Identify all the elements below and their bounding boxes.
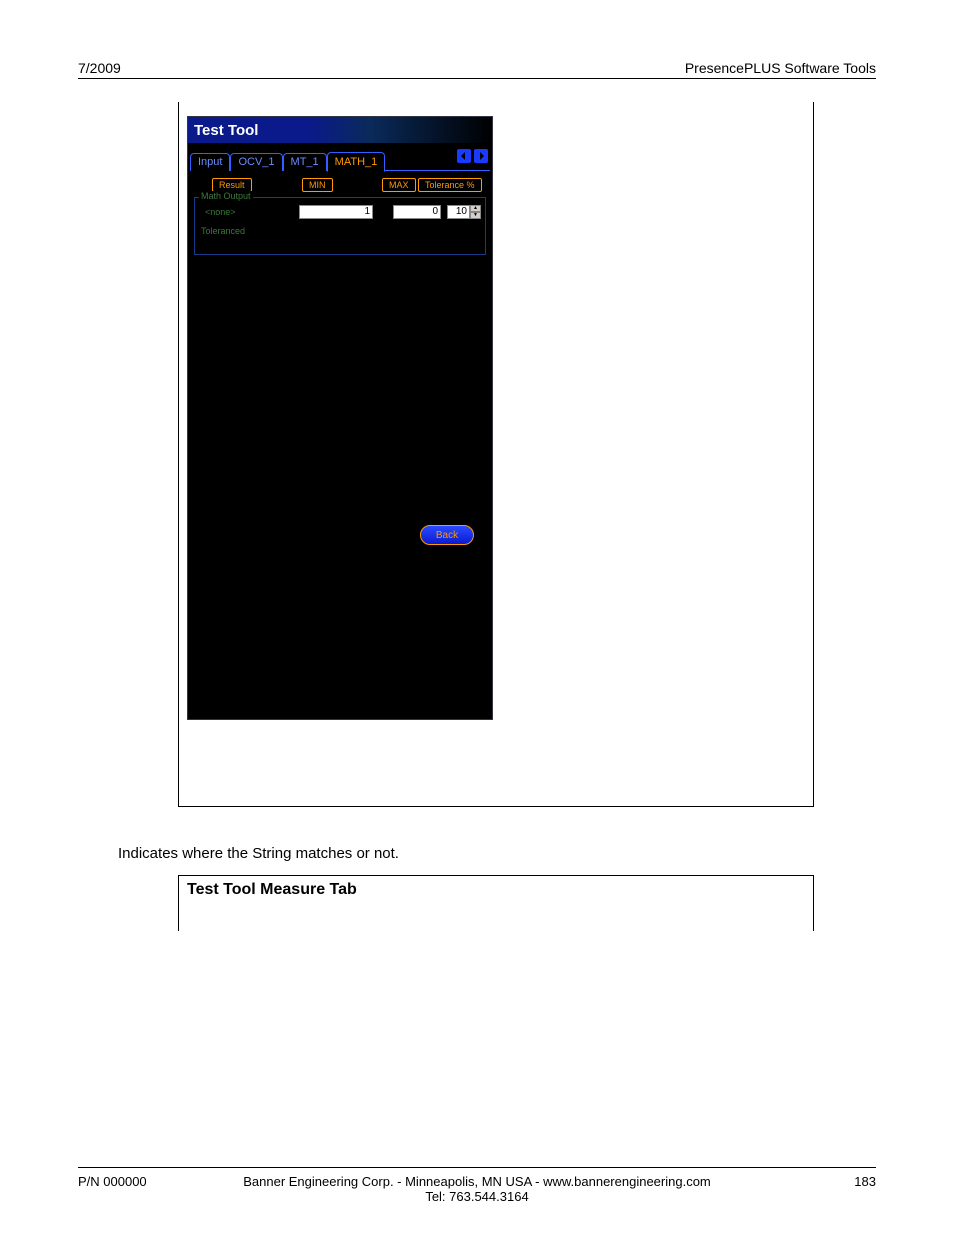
page-header: 7/2009 PresencePLUS Software Tools	[78, 60, 876, 79]
max-input[interactable]: 0	[393, 205, 441, 219]
group-label: Math Output	[199, 191, 253, 201]
screenshot-frame: Test Tool Input OCV_1 MT_1 MATH_1 Result…	[178, 102, 814, 807]
panel-titlebar: Test Tool	[188, 117, 492, 143]
col-min[interactable]: MIN	[302, 178, 333, 192]
header-title: PresencePLUS Software Tools	[685, 60, 876, 76]
page-number: 183	[854, 1174, 876, 1189]
tab-scroll-nav	[457, 149, 488, 163]
test-tool-panel: Test Tool Input OCV_1 MT_1 MATH_1 Result…	[187, 116, 493, 720]
part-number: P/N 000000	[78, 1174, 147, 1189]
tab-ocv1[interactable]: OCV_1	[230, 153, 282, 171]
col-tolerance[interactable]: Tolerance %	[418, 178, 482, 192]
math-output-group: Math Output <none> 1 0 10 ▲ ▼ Toleranced	[194, 197, 486, 255]
col-max[interactable]: MAX	[382, 178, 416, 192]
figure-caption: Indicates where the String matches or no…	[118, 845, 399, 862]
toleranced-label: Toleranced	[201, 226, 481, 236]
row-name: <none>	[205, 207, 236, 217]
chevron-up-icon[interactable]: ▲	[470, 205, 481, 212]
measure-tab-section: Test Tool Measure Tab	[178, 875, 814, 931]
measure-tab-heading: Test Tool Measure Tab	[187, 881, 805, 899]
footer-company: Banner Engineering Corp. - Minneapolis, …	[78, 1174, 876, 1204]
stepper-arrows[interactable]: ▲ ▼	[470, 205, 481, 219]
panel-title: Test Tool	[194, 122, 258, 139]
header-date: 7/2009	[78, 60, 121, 76]
output-row: <none> 1 0 10 ▲ ▼	[199, 204, 481, 220]
page-footer: P/N 000000 Banner Engineering Corp. - Mi…	[78, 1167, 876, 1189]
back-button[interactable]: Back	[420, 525, 474, 545]
tab-scroll-right-icon[interactable]	[474, 149, 488, 163]
col-result[interactable]: Result	[212, 178, 252, 192]
tolerance-value[interactable]: 10	[447, 205, 470, 219]
min-input[interactable]: 1	[299, 205, 373, 219]
tab-input[interactable]: Input	[190, 153, 230, 171]
tab-body: Result MIN MAX Tolerance % Math Output <…	[188, 171, 492, 261]
tab-row: Input OCV_1 MT_1 MATH_1	[188, 143, 492, 171]
tab-mt1[interactable]: MT_1	[283, 153, 327, 171]
tolerance-stepper[interactable]: 10 ▲ ▼	[447, 205, 481, 219]
tab-scroll-left-icon[interactable]	[457, 149, 471, 163]
chevron-down-icon[interactable]: ▼	[470, 212, 481, 219]
tab-math1[interactable]: MATH_1	[327, 152, 386, 172]
